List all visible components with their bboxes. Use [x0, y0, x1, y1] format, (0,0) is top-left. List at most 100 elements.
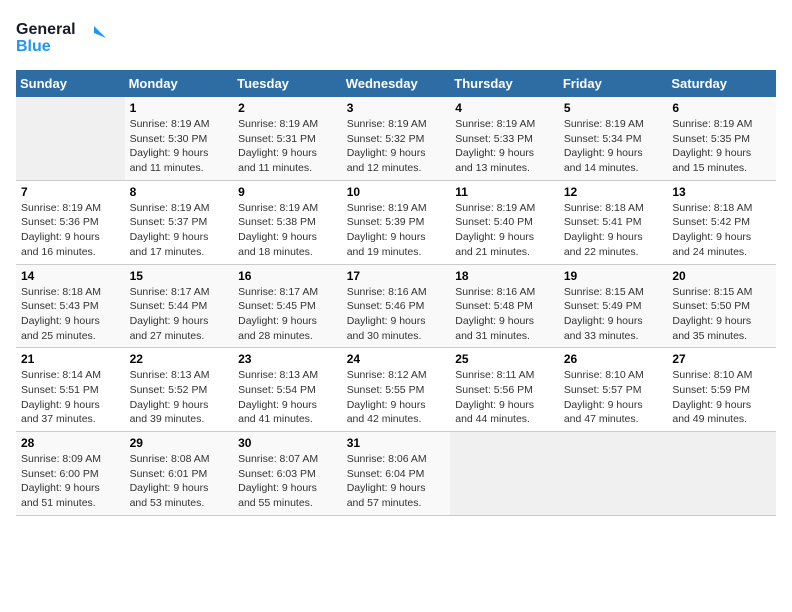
- svg-text:General: General: [16, 21, 76, 38]
- calendar-cell: 18 Sunrise: 8:16 AM Sunset: 5:48 PM Dayli…: [450, 264, 559, 348]
- calendar-cell: 4Sunrise: 8:19 AM Sunset: 5:33 PM Daylig…: [450, 97, 559, 180]
- calendar-cell: 9 Sunrise: 8:19 AM Sunset: 5:38 PM Daylig…: [233, 180, 342, 264]
- day-info: Sunrise: 8:19 AM Sunset: 5:30 PM Dayligh…: [130, 117, 229, 176]
- day-info: Sunrise: 8:19 AM Sunset: 5:32 PM Dayligh…: [347, 117, 446, 176]
- logo: General Blue: [16, 16, 106, 58]
- calendar-cell: 12 Sunrise: 8:18 AM Sunset: 5:41 PM Dayli…: [559, 180, 668, 264]
- calendar-cell: [450, 432, 559, 516]
- day-number: 11: [455, 185, 554, 199]
- calendar-week-row: 28 Sunrise: 8:09 AM Sunset: 6:00 PM Dayli…: [16, 432, 776, 516]
- day-info: Sunrise: 8:19 AM Sunset: 5:38 PM Dayligh…: [238, 201, 337, 260]
- calendar-cell: 2 Sunrise: 8:19 AM Sunset: 5:31 PM Daylig…: [233, 97, 342, 180]
- calendar-cell: 6 Sunrise: 8:19 AM Sunset: 5:35 PM Daylig…: [667, 97, 776, 180]
- calendar-cell: 22Sunrise: 8:13 AM Sunset: 5:52 PM Dayli…: [125, 348, 234, 432]
- day-info: Sunrise: 8:19 AM Sunset: 5:40 PM Dayligh…: [455, 201, 554, 260]
- calendar-cell: 21 Sunrise: 8:14 AM Sunset: 5:51 PM Dayli…: [16, 348, 125, 432]
- day-number: 6: [672, 101, 771, 115]
- day-info: Sunrise: 8:09 AM Sunset: 6:00 PM Dayligh…: [21, 452, 120, 511]
- calendar-cell: 27 Sunrise: 8:10 AM Sunset: 5:59 PM Dayli…: [667, 348, 776, 432]
- calendar-cell: 5 Sunrise: 8:19 AM Sunset: 5:34 PM Daylig…: [559, 97, 668, 180]
- day-info: Sunrise: 8:14 AM Sunset: 5:51 PM Dayligh…: [21, 368, 120, 427]
- day-info: Sunrise: 8:08 AM Sunset: 6:01 PM Dayligh…: [130, 452, 229, 511]
- day-number: 23: [238, 352, 337, 366]
- day-number: 1: [130, 101, 229, 115]
- day-info: Sunrise: 8:17 AM Sunset: 5:45 PM Dayligh…: [238, 285, 337, 344]
- calendar-week-row: 14Sunrise: 8:18 AM Sunset: 5:43 PM Dayli…: [16, 264, 776, 348]
- day-info: Sunrise: 8:16 AM Sunset: 5:48 PM Dayligh…: [455, 285, 554, 344]
- calendar-cell: 28 Sunrise: 8:09 AM Sunset: 6:00 PM Dayli…: [16, 432, 125, 516]
- calendar-week-row: 1 Sunrise: 8:19 AM Sunset: 5:30 PM Daylig…: [16, 97, 776, 180]
- day-info: Sunrise: 8:16 AM Sunset: 5:46 PM Dayligh…: [347, 285, 446, 344]
- day-info: Sunrise: 8:18 AM Sunset: 5:41 PM Dayligh…: [564, 201, 663, 260]
- day-info: Sunrise: 8:19 AM Sunset: 5:36 PM Dayligh…: [21, 201, 120, 260]
- day-number: 31: [347, 436, 446, 450]
- calendar-cell: 8 Sunrise: 8:19 AM Sunset: 5:37 PM Daylig…: [125, 180, 234, 264]
- calendar-cell: [667, 432, 776, 516]
- day-number: 18: [455, 269, 554, 283]
- day-number: 17: [347, 269, 446, 283]
- day-number: 7: [21, 185, 120, 199]
- calendar-table: SundayMondayTuesdayWednesdayThursdayFrid…: [16, 70, 776, 516]
- day-info: Sunrise: 8:19 AM Sunset: 5:37 PM Dayligh…: [130, 201, 229, 260]
- day-number: 8: [130, 185, 229, 199]
- day-number: 21: [21, 352, 120, 366]
- day-info: Sunrise: 8:19 AM Sunset: 5:35 PM Dayligh…: [672, 117, 771, 176]
- calendar-cell: 16Sunrise: 8:17 AM Sunset: 5:45 PM Dayli…: [233, 264, 342, 348]
- day-number: 30: [238, 436, 337, 450]
- day-number: 9: [238, 185, 337, 199]
- weekday-header-sunday: Sunday: [16, 70, 125, 97]
- logo-svg: General Blue: [16, 16, 106, 58]
- calendar-cell: 14Sunrise: 8:18 AM Sunset: 5:43 PM Dayli…: [16, 264, 125, 348]
- page-header: General Blue: [16, 16, 776, 58]
- calendar-cell: 3 Sunrise: 8:19 AM Sunset: 5:32 PM Daylig…: [342, 97, 451, 180]
- day-info: Sunrise: 8:11 AM Sunset: 5:56 PM Dayligh…: [455, 368, 554, 427]
- day-number: 22: [130, 352, 229, 366]
- day-number: 28: [21, 436, 120, 450]
- calendar-cell: 13 Sunrise: 8:18 AM Sunset: 5:42 PM Dayli…: [667, 180, 776, 264]
- day-number: 29: [130, 436, 229, 450]
- day-info: Sunrise: 8:19 AM Sunset: 5:31 PM Dayligh…: [238, 117, 337, 176]
- calendar-cell: 10Sunrise: 8:19 AM Sunset: 5:39 PM Dayli…: [342, 180, 451, 264]
- calendar-cell: [559, 432, 668, 516]
- calendar-cell: 19Sunrise: 8:15 AM Sunset: 5:49 PM Dayli…: [559, 264, 668, 348]
- day-number: 27: [672, 352, 771, 366]
- day-info: Sunrise: 8:15 AM Sunset: 5:50 PM Dayligh…: [672, 285, 771, 344]
- calendar-week-row: 7 Sunrise: 8:19 AM Sunset: 5:36 PM Daylig…: [16, 180, 776, 264]
- day-info: Sunrise: 8:12 AM Sunset: 5:55 PM Dayligh…: [347, 368, 446, 427]
- weekday-header-thursday: Thursday: [450, 70, 559, 97]
- day-number: 12: [564, 185, 663, 199]
- day-number: 15: [130, 269, 229, 283]
- day-number: 10: [347, 185, 446, 199]
- weekday-header-friday: Friday: [559, 70, 668, 97]
- calendar-cell: 24 Sunrise: 8:12 AM Sunset: 5:55 PM Dayli…: [342, 348, 451, 432]
- day-info: Sunrise: 8:10 AM Sunset: 5:57 PM Dayligh…: [564, 368, 663, 427]
- day-number: 26: [564, 352, 663, 366]
- day-number: 13: [672, 185, 771, 199]
- day-number: 24: [347, 352, 446, 366]
- day-info: Sunrise: 8:17 AM Sunset: 5:44 PM Dayligh…: [130, 285, 229, 344]
- weekday-header-saturday: Saturday: [667, 70, 776, 97]
- day-info: Sunrise: 8:18 AM Sunset: 5:42 PM Dayligh…: [672, 201, 771, 260]
- calendar-week-row: 21 Sunrise: 8:14 AM Sunset: 5:51 PM Dayli…: [16, 348, 776, 432]
- weekday-header-wednesday: Wednesday: [342, 70, 451, 97]
- day-info: Sunrise: 8:07 AM Sunset: 6:03 PM Dayligh…: [238, 452, 337, 511]
- svg-text:Blue: Blue: [16, 38, 51, 55]
- calendar-cell: [16, 97, 125, 180]
- day-info: Sunrise: 8:19 AM Sunset: 5:34 PM Dayligh…: [564, 117, 663, 176]
- calendar-cell: 25 Sunrise: 8:11 AM Sunset: 5:56 PM Dayli…: [450, 348, 559, 432]
- calendar-header: SundayMondayTuesdayWednesdayThursdayFrid…: [16, 70, 776, 97]
- weekday-header-monday: Monday: [125, 70, 234, 97]
- calendar-cell: 15 Sunrise: 8:17 AM Sunset: 5:44 PM Dayli…: [125, 264, 234, 348]
- calendar-cell: 7 Sunrise: 8:19 AM Sunset: 5:36 PM Daylig…: [16, 180, 125, 264]
- calendar-cell: 29 Sunrise: 8:08 AM Sunset: 6:01 PM Dayli…: [125, 432, 234, 516]
- calendar-cell: 23Sunrise: 8:13 AM Sunset: 5:54 PM Dayli…: [233, 348, 342, 432]
- day-number: 5: [564, 101, 663, 115]
- day-number: 4: [455, 101, 554, 115]
- calendar-cell: 20Sunrise: 8:15 AM Sunset: 5:50 PM Dayli…: [667, 264, 776, 348]
- day-number: 2: [238, 101, 337, 115]
- day-info: Sunrise: 8:10 AM Sunset: 5:59 PM Dayligh…: [672, 368, 771, 427]
- day-number: 3: [347, 101, 446, 115]
- day-number: 19: [564, 269, 663, 283]
- day-info: Sunrise: 8:18 AM Sunset: 5:43 PM Dayligh…: [21, 285, 120, 344]
- day-number: 25: [455, 352, 554, 366]
